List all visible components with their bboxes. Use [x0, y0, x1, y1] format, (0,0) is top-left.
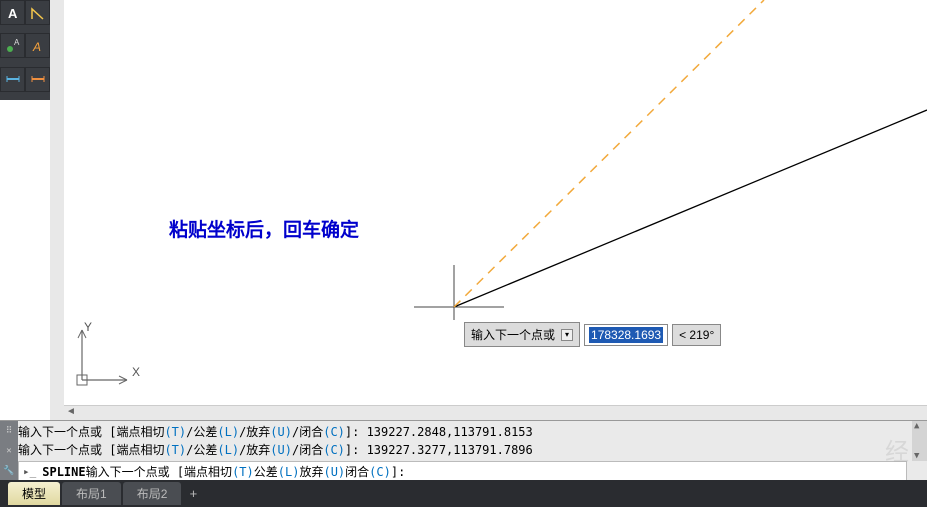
- dropdown-icon[interactable]: ▾: [561, 329, 573, 341]
- dynamic-input-prompt: 输入下一个点或 ▾: [464, 322, 580, 347]
- command-prompt-icon: ▸_: [23, 462, 36, 482]
- dynamic-input: 输入下一个点或 ▾ 178328.1693 < 219°: [464, 322, 721, 347]
- svg-text:A: A: [32, 40, 41, 54]
- tab-add-button[interactable]: +: [183, 483, 203, 504]
- svg-text:A: A: [8, 6, 18, 21]
- left-toolbar: A A A: [0, 0, 50, 100]
- axis-y-label: Y: [84, 320, 92, 334]
- tab-layout2[interactable]: 布局2: [123, 482, 182, 505]
- command-close-icon[interactable]: ✕: [0, 441, 18, 461]
- command-history: 输入下一个点或 [端点相切(T)/公差(L)/放弃(U)/闭合(C)]: 139…: [18, 423, 907, 483]
- layout-tabs-bar: 模型 布局1 布局2 +: [0, 480, 927, 507]
- command-vertical-scrollbar[interactable]: [912, 421, 927, 461]
- horizontal-scrollbar[interactable]: [64, 405, 927, 420]
- layer-green-button[interactable]: A: [0, 33, 25, 58]
- dynamic-input-prompt-text: 输入下一个点或: [471, 326, 555, 343]
- command-history-line: 输入下一个点或 [端点相切(T)/公差(L)/放弃(U)/闭合(C)]: 139…: [18, 423, 907, 441]
- dim-tool-1-button[interactable]: [0, 67, 25, 92]
- dynamic-input-value: 178328.1693: [589, 327, 663, 343]
- command-history-line: 输入下一个点或 [端点相切(T)/公差(L)/放弃(U)/闭合(C)]: 139…: [18, 441, 907, 459]
- command-grip-icon[interactable]: ⠿: [0, 421, 18, 441]
- angle-tool-button[interactable]: [25, 0, 50, 25]
- drawing-area[interactable]: 粘贴坐标后，回车确定 Y X 输入下一个点或 ▾ 178328.1693 < 2…: [64, 0, 927, 408]
- annotation-text: 粘贴坐标后，回车确定: [169, 215, 359, 242]
- dim-tool-2-button[interactable]: [25, 67, 50, 92]
- axis-x-label: X: [132, 365, 140, 379]
- layer-orange-button[interactable]: A: [25, 33, 50, 58]
- command-area: ⠿ ✕ 🔧 输入下一个点或 [端点相切(T)/公差(L)/放弃(U)/闭合(C)…: [0, 420, 927, 480]
- sidebar-strip: [50, 0, 64, 420]
- command-handle: ⠿ ✕ 🔧: [0, 421, 18, 481]
- text-tool-button[interactable]: A: [0, 0, 25, 25]
- tab-layout1[interactable]: 布局1: [62, 482, 121, 505]
- tab-model[interactable]: 模型: [8, 482, 60, 505]
- dynamic-input-angle[interactable]: < 219°: [672, 324, 721, 346]
- dynamic-input-value-field[interactable]: 178328.1693: [584, 324, 668, 346]
- svg-text:A: A: [14, 38, 20, 47]
- command-settings-icon[interactable]: 🔧: [0, 461, 18, 481]
